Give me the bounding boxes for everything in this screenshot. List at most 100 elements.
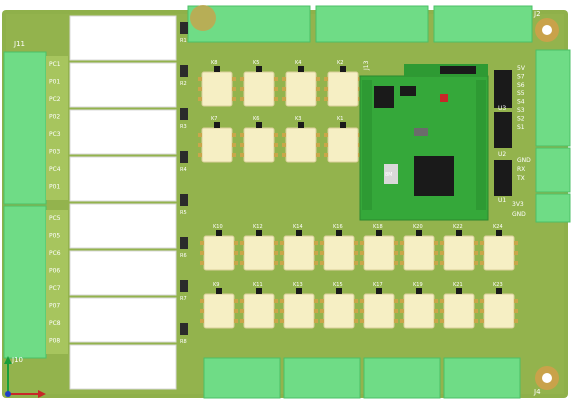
- top-connectors: [187, 5, 533, 43]
- relay-pin: [240, 97, 244, 101]
- ic-label: U1: [498, 197, 506, 204]
- left-pin-label: P08: [49, 338, 60, 345]
- relay-pin: [514, 241, 518, 245]
- relay-pin: [400, 299, 404, 303]
- relay-label: K16: [333, 224, 343, 230]
- relay-pin: [440, 319, 444, 323]
- right-pin-label: TX: [516, 175, 525, 182]
- relay-pin: [200, 319, 204, 323]
- relay-pin: [354, 241, 358, 245]
- right-pin-label: S6: [517, 82, 525, 89]
- relay-pin: [394, 261, 398, 265]
- relay-pin: [440, 261, 444, 265]
- relay-pin: [354, 319, 358, 323]
- relay-pin: [316, 97, 320, 101]
- left-pin-label: PC7: [49, 285, 61, 292]
- relay: [203, 293, 235, 329]
- resistor-label: R5: [180, 210, 187, 216]
- relay-label: K7: [211, 116, 217, 122]
- relay-pin: [474, 261, 478, 265]
- relay-pin: [274, 241, 278, 245]
- relay-pin: [394, 319, 398, 323]
- relay-pin: [360, 251, 364, 255]
- relay-pin: [474, 319, 478, 323]
- relay-pin: [316, 153, 320, 157]
- relay-pin: [354, 309, 358, 313]
- relay-label: K9: [213, 282, 219, 288]
- relay-diode: [336, 230, 342, 236]
- relay-pin: [274, 133, 278, 137]
- white-relay-block: [69, 156, 177, 202]
- relay-pin: [234, 261, 238, 265]
- relay-pin: [232, 143, 236, 147]
- relay-diode: [296, 230, 302, 236]
- relay-diode: [296, 288, 302, 294]
- resistor-label: R2: [180, 81, 187, 87]
- left-connector-label: J11: [13, 40, 25, 48]
- relay-pin: [240, 143, 244, 147]
- relay-diode: [214, 66, 220, 72]
- left-pin-label: PC6: [49, 250, 61, 257]
- relay-pin: [324, 97, 328, 101]
- right-pin-label: RX: [517, 166, 525, 173]
- resistor-label: R1: [180, 38, 187, 44]
- top-right-label: J2: [533, 10, 541, 18]
- right-pin-label: S1: [517, 124, 525, 131]
- relay-diode: [456, 288, 462, 294]
- relay-pin: [314, 241, 318, 245]
- relay-pin: [394, 241, 398, 245]
- relay-diode: [456, 230, 462, 236]
- right-pin-label: GND: [517, 157, 531, 164]
- relay-pin: [354, 251, 358, 255]
- left-connector-top: [3, 51, 68, 205]
- relay-diode: [214, 122, 220, 128]
- relay-pin: [240, 241, 244, 245]
- pcb-canvas: J11 J10 PC1 P01 PC2 P02 PC3 P03 PC4 P01 PC5 P05 PC…: [2, 5, 571, 399]
- side-label-3v3: 3V3: [512, 201, 524, 208]
- relay-pin: [198, 97, 202, 101]
- relay-pin: [280, 251, 284, 255]
- relay-label: K8: [211, 60, 217, 66]
- relay-pin: [234, 299, 238, 303]
- side-label-gnd: GND: [512, 211, 526, 218]
- right-connectors: [535, 49, 571, 223]
- white-relay-block: [69, 250, 177, 296]
- relay-pin: [314, 309, 318, 313]
- relay-pin: [274, 97, 278, 101]
- relay-pin: [320, 241, 324, 245]
- relay-pin: [232, 133, 236, 137]
- relay-pin: [440, 309, 444, 313]
- relay-pin: [198, 87, 202, 91]
- relay-pin: [474, 251, 478, 255]
- relay-pin: [280, 241, 284, 245]
- relay-label: K19: [413, 282, 423, 288]
- relay-pin: [234, 251, 238, 255]
- relay-pin: [234, 319, 238, 323]
- relay-pin: [324, 87, 328, 91]
- relay: [243, 293, 275, 329]
- resistor: [180, 194, 188, 206]
- relay-pin: [274, 319, 278, 323]
- relay: [285, 127, 317, 163]
- relay-pin: [514, 251, 518, 255]
- relay-pin: [316, 143, 320, 147]
- resistor: [180, 22, 188, 34]
- relay-pin: [514, 299, 518, 303]
- relay: [323, 293, 355, 329]
- relay-pin: [274, 77, 278, 81]
- relay-diode: [496, 230, 502, 236]
- pcb-3d-view: J11 J10 PC1 P01 PC2 P02 PC3 P03 PC4 P01 PC5 P05 PC…: [0, 0, 575, 402]
- relay-pin: [200, 299, 204, 303]
- relay-pin: [240, 77, 244, 81]
- relay: [327, 127, 359, 163]
- relay-pin: [282, 143, 286, 147]
- ic-label: U2: [498, 151, 506, 158]
- relay-diode: [376, 230, 382, 236]
- relay-pin: [514, 309, 518, 313]
- left-pin-label: P06: [49, 268, 60, 275]
- relay: [483, 293, 515, 329]
- relay-diode: [340, 66, 346, 72]
- relay-label: K17: [373, 282, 383, 288]
- relay: [283, 293, 315, 329]
- relay-pin: [314, 299, 318, 303]
